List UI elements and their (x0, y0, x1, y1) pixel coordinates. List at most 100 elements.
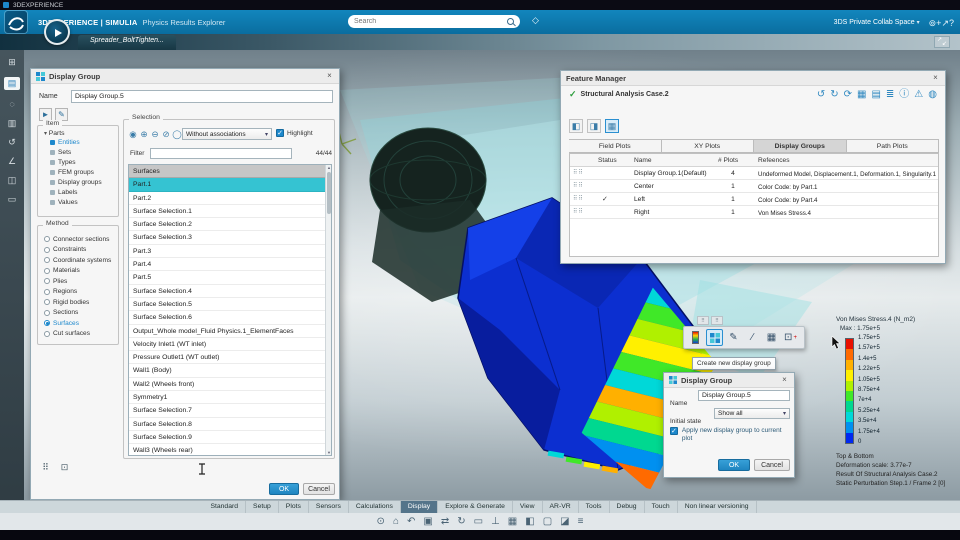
ok-button[interactable]: OK (269, 483, 299, 495)
method-option[interactable]: Constraints (38, 245, 118, 256)
display-group-row[interactable]: ⠿⠿ ✓ Left 1 Color Code: by Part.4 (570, 193, 938, 206)
display-group-row[interactable]: ⠿⠿ ✓ Center 1 Color Code: by Part.1 (570, 180, 938, 193)
grid-options-icon[interactable]: ⠿ (39, 461, 52, 474)
method-option[interactable]: Coordinate systems (38, 255, 118, 266)
surface-list-item[interactable]: Surface Selection.4 (129, 285, 331, 298)
surface-list-item[interactable]: Surface Selection.5 (129, 298, 331, 312)
feature-manager-titlebar[interactable]: Feature Manager (561, 71, 945, 86)
folder-icon[interactable]: ▥ (4, 119, 20, 128)
display-group-row[interactable]: ⠿⠿ ✓ Display Group.1(Default) 4 Undeform… (570, 167, 938, 180)
home-view-icon[interactable]: ⌂ (393, 516, 399, 527)
display-group-dialog-titlebar[interactable]: Display Group (31, 69, 339, 84)
collab-space-selector[interactable]: 3DS Private Collab Space (834, 19, 920, 26)
scrollbar-thumb[interactable] (327, 172, 331, 214)
info-icon[interactable]: ⓘ (899, 89, 909, 101)
item-tree-root[interactable]: Parts (38, 126, 118, 137)
wireframe-icon[interactable]: ▢ (543, 516, 552, 527)
method-option[interactable]: Materials (38, 266, 118, 277)
warning-icon[interactable]: ⚠ (914, 89, 923, 101)
fit-all-icon[interactable]: ▣ (423, 516, 432, 527)
3dexperience-compass-icon[interactable] (44, 19, 70, 45)
fm-tab[interactable]: XY Plots (661, 139, 754, 153)
surface-list-item[interactable]: Wall1 (Body) (129, 364, 331, 378)
previous-view-icon[interactable]: ↶ (407, 516, 415, 527)
create-display-group-icon[interactable] (706, 329, 723, 346)
surface-list-item[interactable]: Wall2 (Wheels front) (129, 378, 331, 392)
item-type-option[interactable]: FEM groups (38, 167, 118, 177)
surface-list-item[interactable]: Surface Selection.3 (129, 231, 331, 245)
drag-handle-icon[interactable]: ⠿⠿ (573, 169, 584, 176)
method-option[interactable]: Connector sections (38, 234, 118, 245)
search-tool-icon[interactable]: ◌ (4, 100, 20, 109)
surface-list-item[interactable]: Part.4 (129, 258, 331, 272)
field-output-icon[interactable]: ◧ (569, 119, 583, 133)
clear-selection-icon[interactable]: ◯ (172, 129, 182, 139)
expand-panel-icon[interactable]: ↗ ↙ (934, 36, 950, 48)
layers-icon[interactable]: ◫ (4, 176, 20, 185)
method-option[interactable]: Sections (38, 308, 118, 319)
apply-checkbox[interactable] (670, 427, 678, 435)
search-box[interactable] (348, 15, 520, 28)
share-icon[interactable]: ↗ (941, 18, 949, 28)
add-selection-icon[interactable]: ⊕ (139, 129, 149, 139)
item-type-option[interactable]: Entities (38, 137, 118, 147)
remove-selection-icon[interactable]: ⊖ (150, 129, 160, 139)
cancel-button[interactable]: Cancel (754, 459, 790, 471)
tag-icon[interactable]: ◇ (532, 15, 539, 26)
search-input[interactable] (354, 18, 507, 25)
normal-view-icon[interactable]: ⊥ (491, 516, 500, 527)
zoom-icon[interactable]: ⊙ (377, 516, 385, 527)
surface-list-item[interactable]: Surface Selection.8 (129, 418, 331, 431)
measure-icon[interactable]: ∠ (4, 157, 20, 166)
shading-icon[interactable]: ◧ (525, 516, 534, 527)
sync-icon[interactable]: ⟳ (844, 89, 852, 101)
select-all-icon[interactable]: ◉ (128, 129, 138, 139)
refresh-icon[interactable]: ↺ (817, 89, 825, 101)
app-tab[interactable]: Spreader_BoltTighten... (78, 35, 176, 50)
highlight-checkbox[interactable] (276, 129, 284, 137)
view-settings-icon[interactable]: ≡ (578, 516, 584, 527)
pan-icon[interactable]: ⇄ (441, 516, 449, 527)
surfaces-list[interactable]: Surfaces Part.1 Part.2 Surface Selection.1… (128, 164, 332, 456)
item-type-option[interactable]: Labels (38, 187, 118, 197)
mini-toolbar-handles[interactable]: ⠿ ⠿ (697, 316, 723, 325)
row-check-icon[interactable]: ✓ (602, 195, 612, 203)
new-group-titlebar[interactable]: Display Group (664, 373, 794, 388)
surface-list-item[interactable]: Surface Selection.9 (129, 431, 331, 445)
method-option[interactable]: Cut surfaces (38, 329, 118, 340)
multi-view-icon[interactable]: ▦ (508, 516, 517, 527)
surface-list-item[interactable]: Output_Whole model_Fluid Physics.1_Eleme… (129, 325, 331, 338)
ok-button[interactable]: OK (718, 459, 750, 471)
cancel-button[interactable]: Cancel (303, 483, 335, 495)
snapshot-camera-icon[interactable]: ⊡ (782, 329, 799, 346)
surface-list-item[interactable]: Part.1 (129, 178, 331, 192)
invert-selection-icon[interactable]: ⊘ (161, 129, 171, 139)
display-group-row[interactable]: ⠿⠿ ✓ Right 1 Von Mises Stress.4 (570, 206, 938, 219)
export-icon[interactable]: ◨ (587, 119, 601, 133)
list-scrollbar[interactable]: ▲ ▼ (325, 165, 331, 455)
item-type-option[interactable]: Types (38, 157, 118, 167)
close-icon[interactable] (779, 374, 790, 385)
apps-icon[interactable]: ⊞ (4, 58, 20, 67)
close-icon[interactable] (930, 72, 941, 83)
drag-handle-icon[interactable]: ⠿⠿ (573, 208, 584, 215)
globe-icon[interactable]: ◍ (928, 89, 937, 101)
fm-tab[interactable]: Display Groups (754, 139, 847, 153)
surface-list-item[interactable]: Surface Selection.1 (129, 205, 331, 219)
item-type-option[interactable]: Sets (38, 147, 118, 157)
drag-handle-icon[interactable]: ⠿⠿ (573, 195, 584, 202)
method-option[interactable]: Regions (38, 287, 118, 298)
surface-list-item[interactable]: Pressure Outlet1 (WT outlet) (129, 351, 331, 365)
snapshot-icon[interactable]: ▦ (857, 89, 866, 101)
table-plot-icon[interactable]: ▦ (763, 329, 780, 346)
history-icon[interactable]: ↺ (4, 138, 20, 147)
group-name-field[interactable]: Display Group.5 (71, 90, 333, 103)
update-icon[interactable]: ↻ (830, 89, 838, 101)
model-panel-icon[interactable]: ▤ (4, 77, 20, 90)
drag-handle-icon[interactable]: ⠿⠿ (573, 182, 584, 189)
monitor-icon[interactable]: ▭ (4, 195, 20, 204)
scroll-down-icon[interactable]: ▼ (326, 450, 331, 455)
section-icon[interactable]: ◪ (560, 516, 569, 527)
surface-list-item[interactable]: Velocity Inlet1 (WT inlet) (129, 338, 331, 352)
initial-state-dropdown[interactable]: Show all (714, 408, 790, 419)
